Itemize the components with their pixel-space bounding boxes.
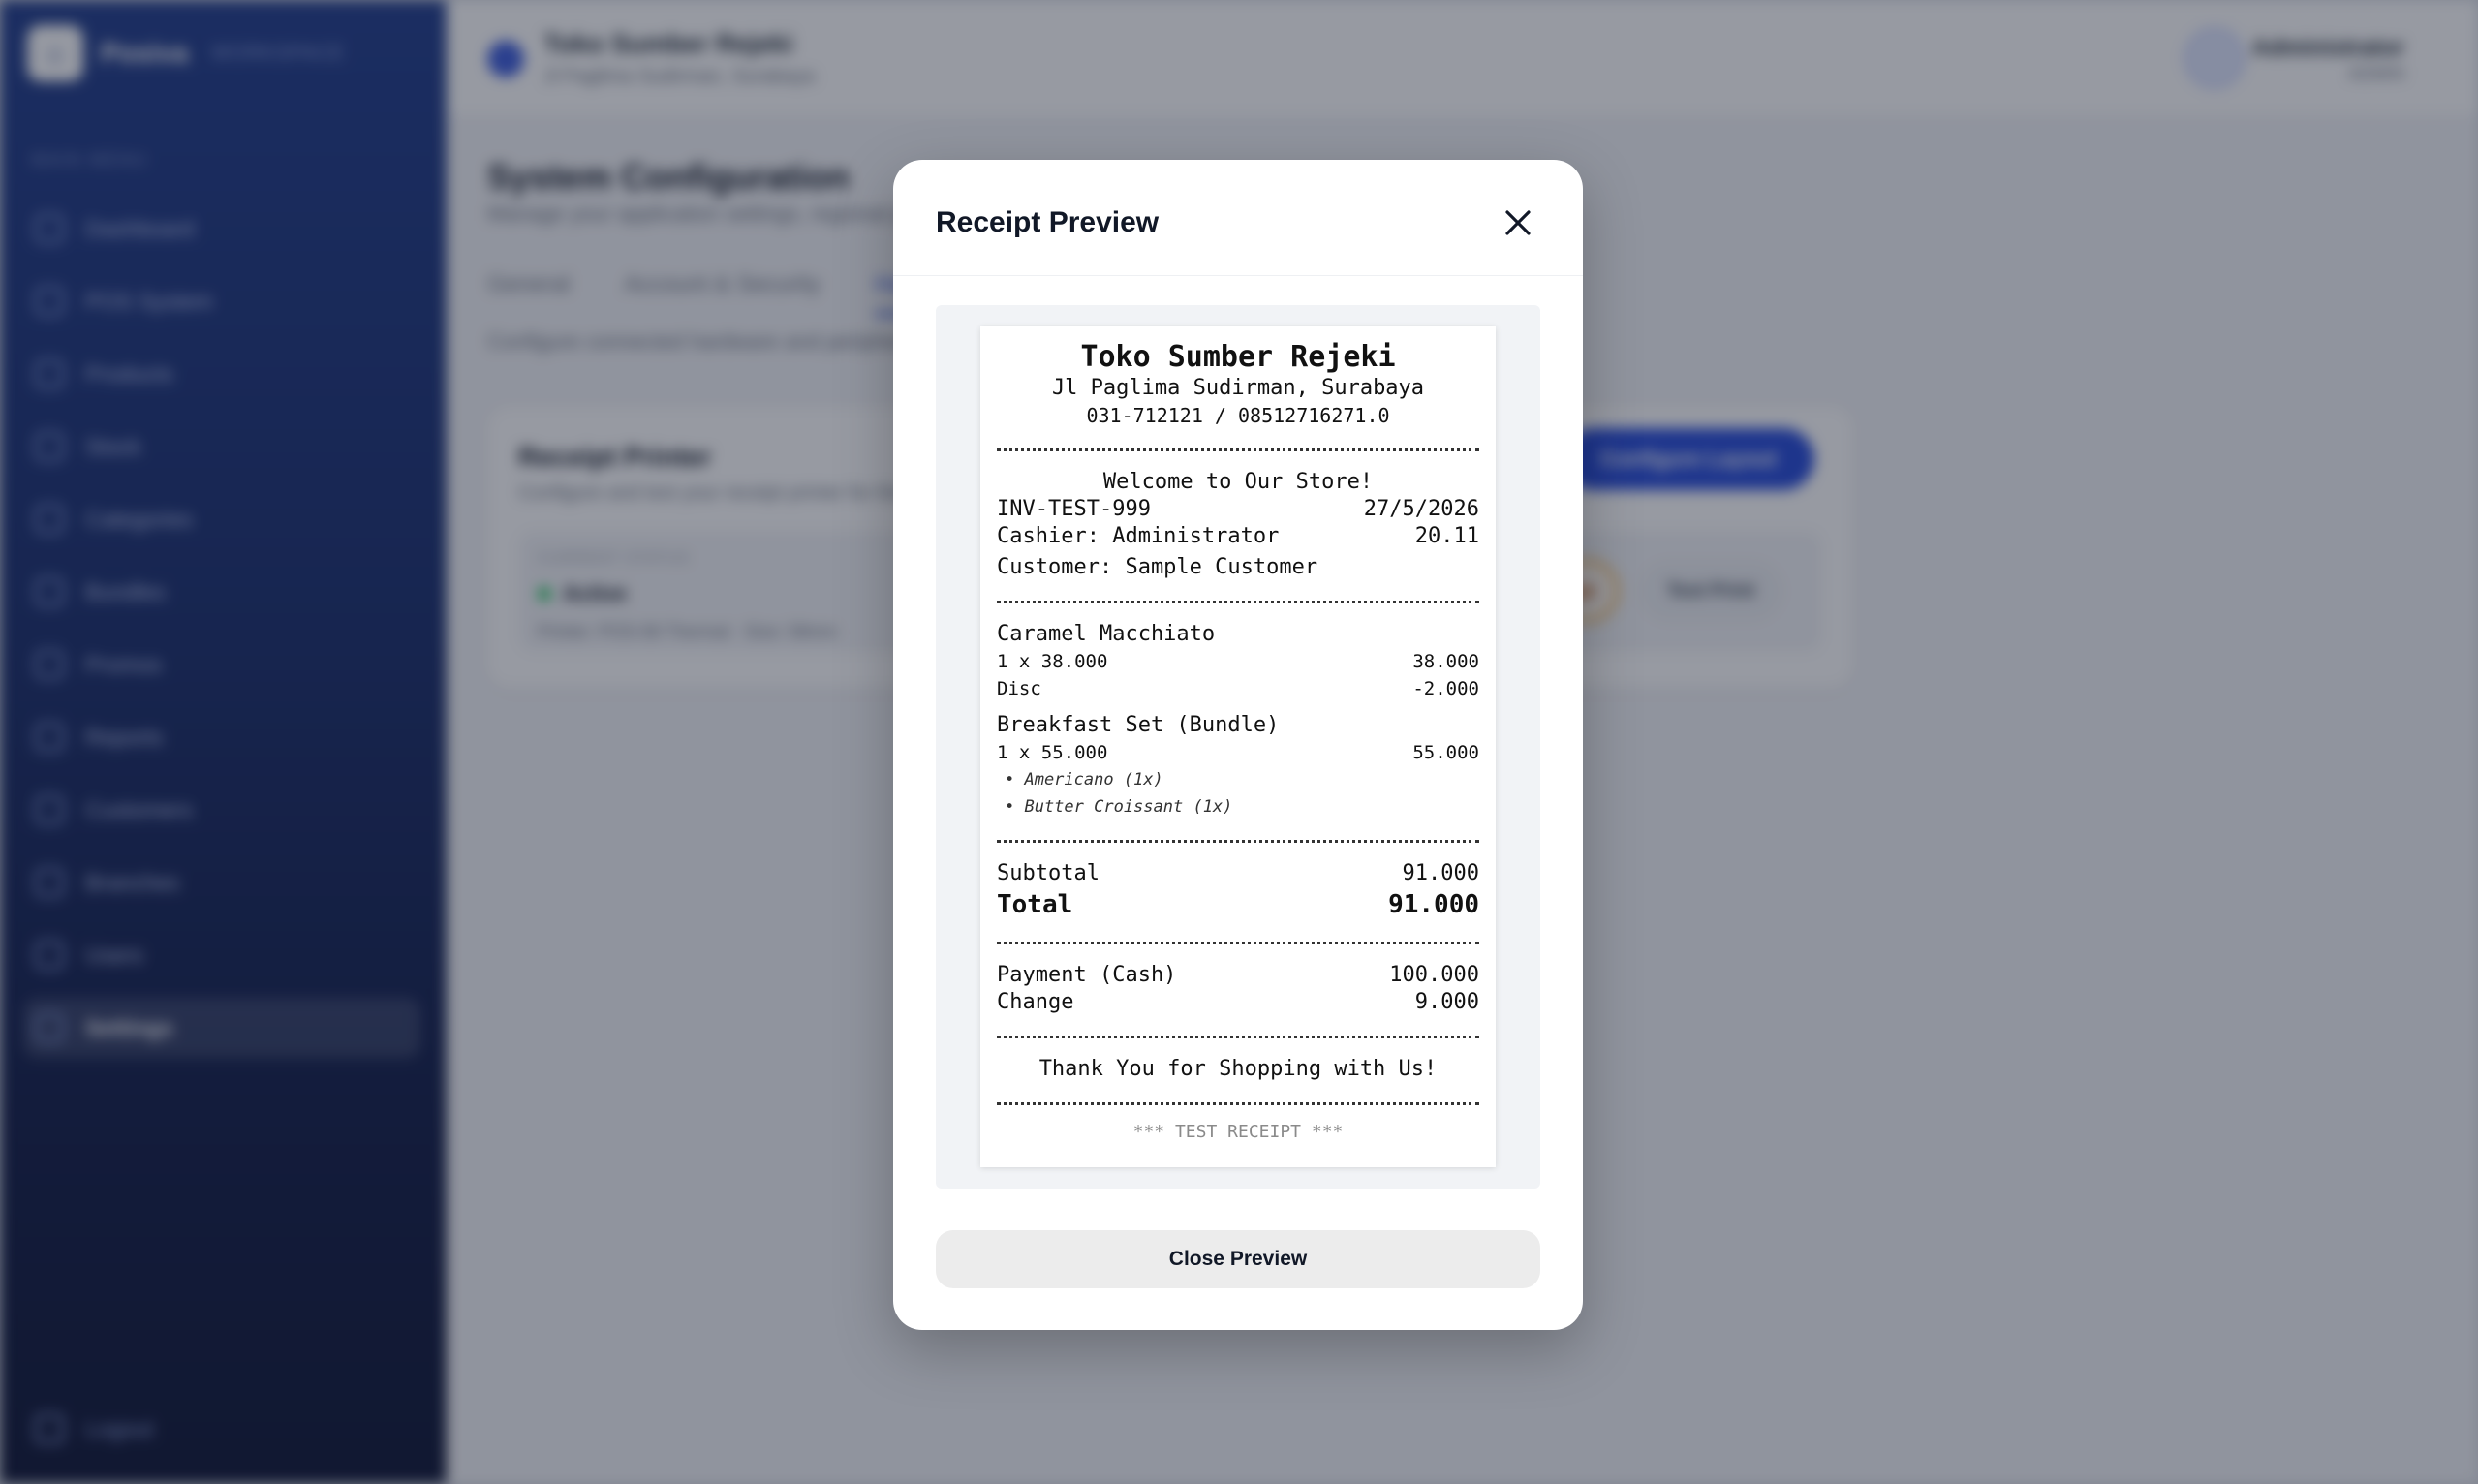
receipt-welcome: Welcome to Our Store!	[1102, 470, 1374, 494]
receipt-total-row: Total 91.000	[997, 887, 1479, 922]
receipt-item-discount-row: Disc -2.000	[997, 675, 1479, 702]
receipt-bundle-component: • Americano (1x)	[1005, 770, 1163, 789]
receipt-item-discount-label: Disc	[997, 678, 1041, 699]
receipt-change-row: Change 9.000	[997, 989, 1479, 1016]
modal-title: Receipt Preview	[936, 206, 1160, 238]
receipt-time: 20.11	[1414, 524, 1479, 548]
receipt-change-label: Change	[997, 990, 1074, 1014]
receipt-item-qty: 1 x 38.000	[997, 651, 1108, 672]
receipt-total-label: Total	[997, 890, 1073, 919]
receipt-preview-modal: Receipt Preview Toko Sumber Rejeki Jl Pa…	[893, 160, 1583, 1330]
receipt-total: 91.000	[1388, 890, 1479, 919]
receipt-store-name: Toko Sumber Rejeki	[1080, 340, 1396, 374]
receipt-paper: Toko Sumber Rejeki Jl Paglima Sudirman, …	[980, 326, 1496, 1167]
receipt-separator	[997, 601, 1479, 603]
receipt-subtotal: 91.000	[1402, 861, 1479, 885]
receipt-item-name: Breakfast Set (Bundle)	[997, 713, 1280, 737]
close-preview-button[interactable]: Close Preview	[936, 1230, 1540, 1288]
receipt-separator	[997, 1036, 1479, 1038]
receipt-invoice: INV-TEST-999	[997, 497, 1151, 521]
receipt-address: Jl Paglima Sudirman, Surabaya	[1051, 376, 1425, 400]
receipt-thanks: Thank You for Shopping with Us!	[1038, 1057, 1438, 1081]
receipt-footer: *** TEST RECEIPT ***	[1132, 1122, 1344, 1142]
receipt-preview-area: Toko Sumber Rejeki Jl Paglima Sudirman, …	[936, 305, 1540, 1189]
receipt-customer-row: Customer: Sample Customer	[997, 554, 1479, 581]
receipt-item-qty-row: 1 x 55.000 55.000	[997, 739, 1479, 766]
receipt-cashier-row: Cashier: Administrator 20.11	[997, 523, 1479, 550]
receipt-separator	[997, 942, 1479, 944]
receipt-payment-label: Payment (Cash)	[997, 963, 1177, 987]
receipt-phone: 031-712121 / 08512716271.0	[1086, 404, 1390, 427]
receipt-payment-row: Payment (Cash) 100.000	[997, 962, 1479, 989]
receipt-item-name: Caramel Macchiato	[997, 622, 1216, 646]
receipt-item-qty-row: 1 x 38.000 38.000	[997, 648, 1479, 675]
receipt-separator	[997, 1102, 1479, 1105]
receipt-customer: Customer: Sample Customer	[997, 555, 1318, 579]
receipt-change: 9.000	[1414, 990, 1479, 1014]
receipt-item-amount: 38.000	[1412, 651, 1479, 672]
receipt-separator	[997, 448, 1479, 451]
receipt-item-discount: -2.000	[1412, 678, 1479, 699]
receipt-bundle-component: • Butter Croissant (1x)	[1005, 797, 1233, 817]
close-icon[interactable]	[1503, 208, 1533, 237]
receipt-subtotal-row: Subtotal 91.000	[997, 860, 1479, 887]
receipt-item-qty: 1 x 55.000	[997, 742, 1108, 763]
receipt-subtotal-label: Subtotal	[997, 861, 1100, 885]
receipt-date: 27/5/2026	[1363, 497, 1479, 521]
receipt-item-amount: 55.000	[1412, 742, 1479, 763]
receipt-cashier: Cashier: Administrator	[997, 524, 1280, 548]
receipt-payment: 100.000	[1389, 963, 1479, 987]
modal-header: Receipt Preview	[893, 160, 1583, 276]
receipt-separator	[997, 840, 1479, 843]
receipt-invoice-row: INV-TEST-999 27/5/2026	[997, 496, 1479, 523]
